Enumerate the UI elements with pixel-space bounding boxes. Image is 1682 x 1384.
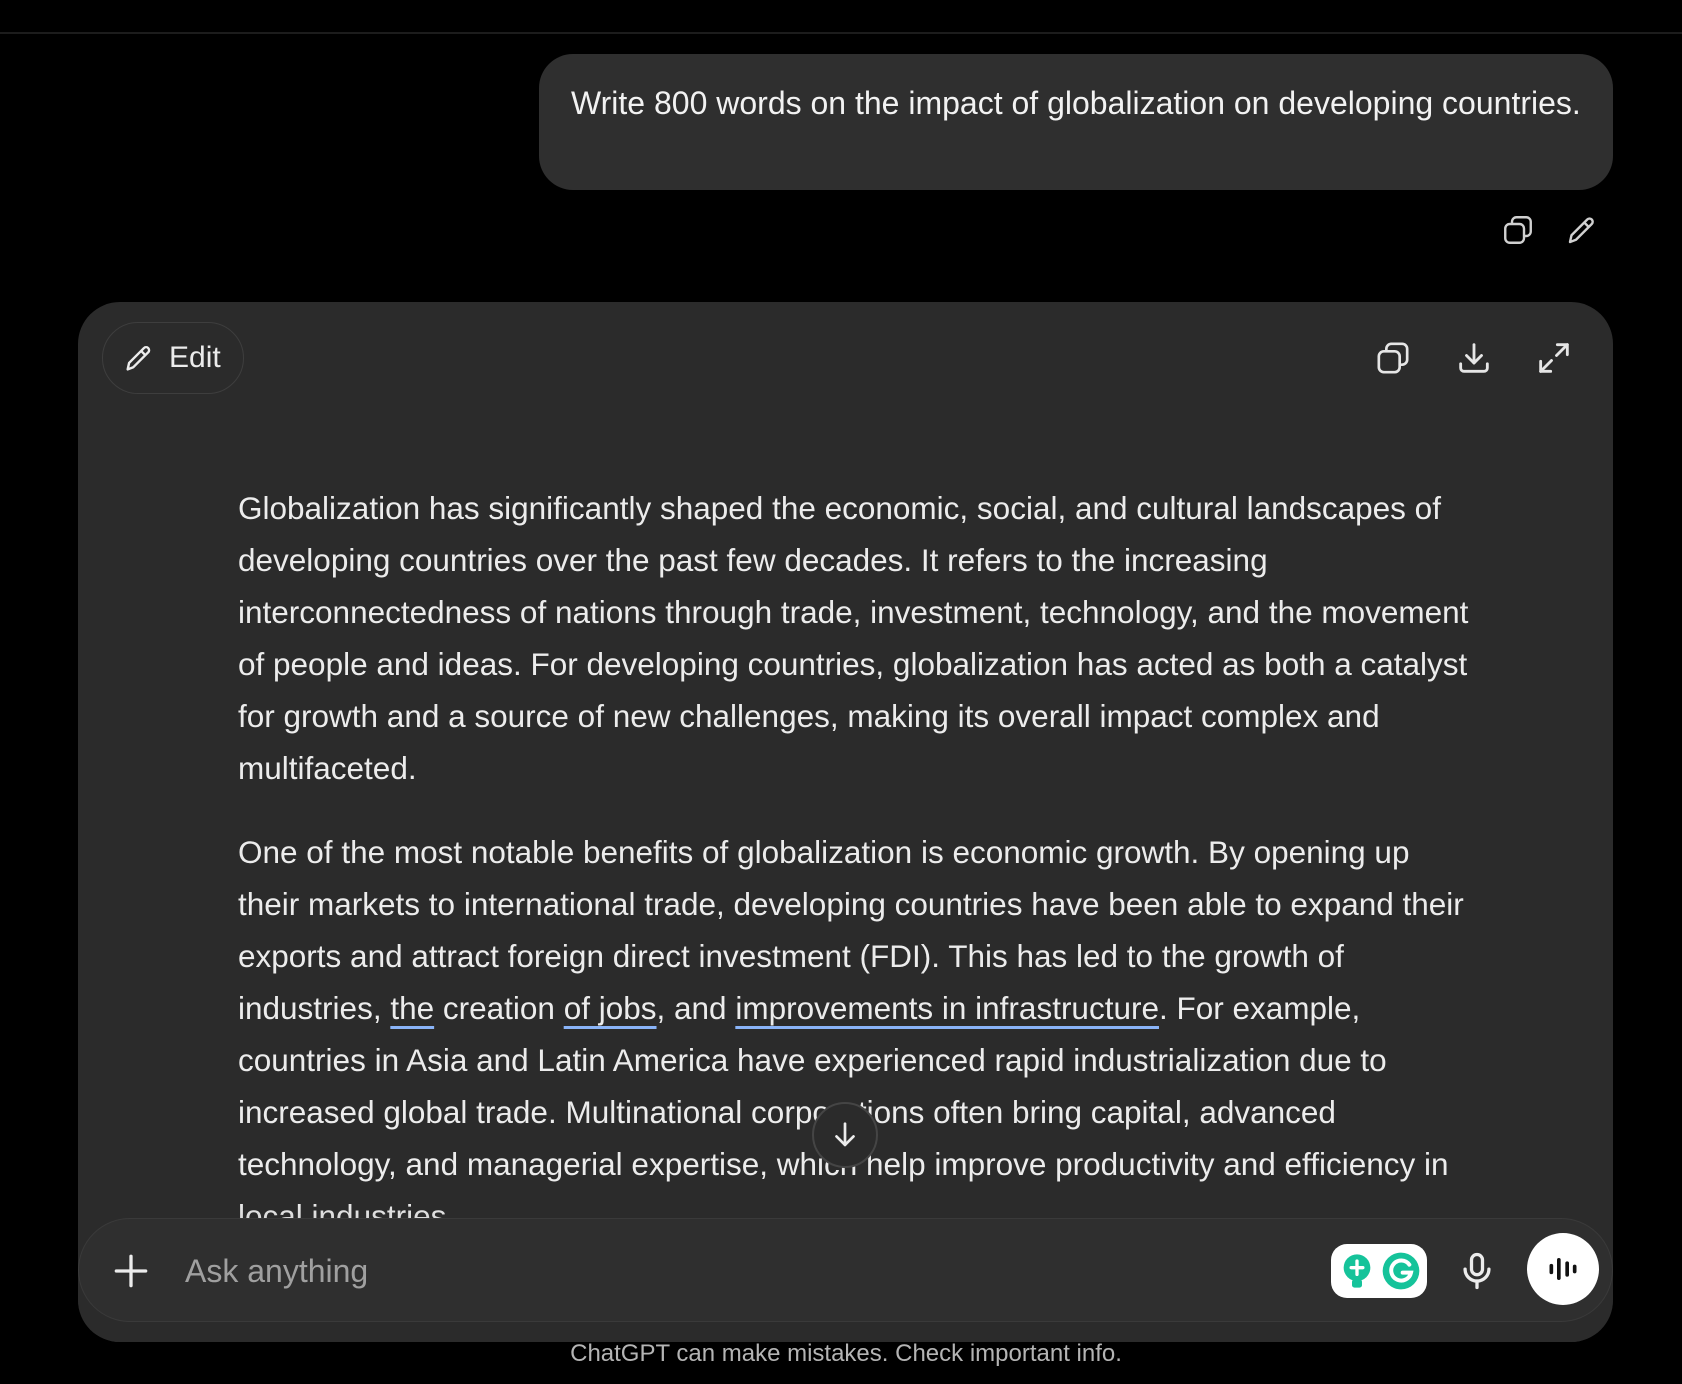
disclaimer: ChatGPT can make mistakes. Check importa… (570, 1340, 1122, 1367)
prompt-input[interactable] (183, 1241, 1287, 1301)
top-divider (0, 32, 1682, 34)
attach-button[interactable] (109, 1249, 153, 1293)
dictate-button[interactable] (1455, 1249, 1499, 1293)
composer (78, 1218, 1613, 1322)
paragraph-text: creation (434, 990, 564, 1026)
expand-icon (1539, 343, 1569, 373)
arrow-down-icon (835, 1122, 855, 1147)
plus-icon (114, 1254, 148, 1288)
paragraph-intro: Globalization has significantly shaped t… (238, 490, 1469, 786)
canvas-panel: Edit Globalization has significantly sha… (78, 302, 1613, 1342)
scroll-to-bottom-button[interactable] (812, 1102, 878, 1168)
edit-button-label: Edit (169, 341, 221, 374)
waveform-icon (1549, 1258, 1577, 1280)
user-message-bubble: Write 800 words on the impact of globali… (539, 54, 1613, 190)
grammarly-g-icon (1382, 1252, 1420, 1290)
pencil-icon (1568, 217, 1594, 244)
grammarly-bulb-icon (1343, 1254, 1371, 1288)
grammar-suggestion[interactable]: improvements in infrastructure (735, 990, 1159, 1026)
pencil-icon (126, 346, 151, 371)
voice-mode-button[interactable] (1527, 1233, 1599, 1305)
canvas-expand-button[interactable] (1534, 338, 1574, 378)
grammarly-widget[interactable] (1331, 1244, 1427, 1298)
grammar-suggestion[interactable]: of jobs (564, 990, 657, 1026)
microphone-icon (1463, 1252, 1491, 1290)
edit-button[interactable]: Edit (102, 322, 244, 394)
paragraph-text: , and (656, 990, 736, 1026)
grammar-suggestion[interactable]: the (390, 990, 434, 1026)
copy-message-button[interactable] (1500, 212, 1536, 248)
download-icon (1459, 343, 1489, 373)
canvas-download-button[interactable] (1454, 338, 1494, 378)
canvas-copy-button[interactable] (1373, 338, 1413, 378)
copy-icon (1504, 216, 1532, 244)
edit-message-button[interactable] (1564, 212, 1600, 248)
copy-icon (1377, 342, 1409, 374)
paragraph-economic-growth: One of the most notable benefits of glob… (238, 826, 1478, 1242)
